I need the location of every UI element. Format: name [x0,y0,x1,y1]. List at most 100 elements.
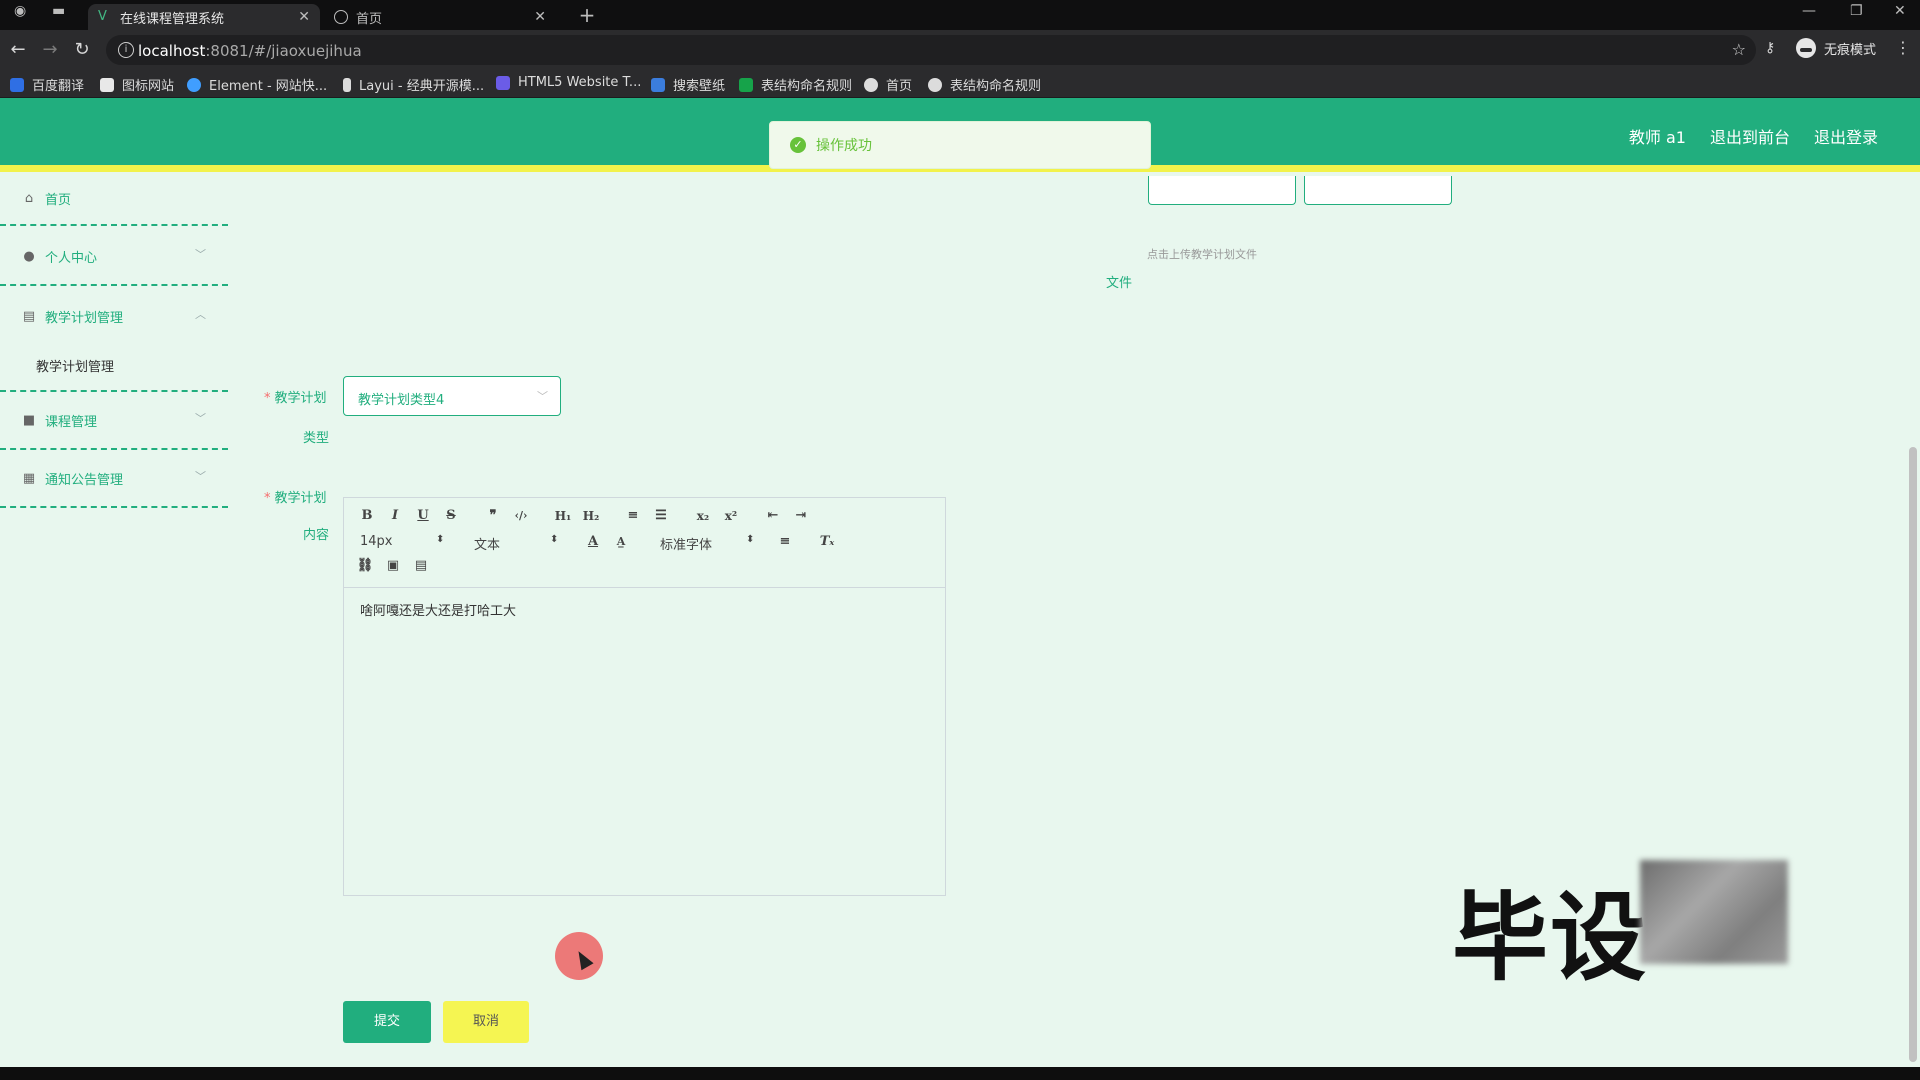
align-icon[interactable]: ≡ [774,532,796,552]
editor-content[interactable]: 啥阿嘎还是大还是打哈工大 [360,600,516,619]
incognito-indicator[interactable]: 无痕模式 [1796,38,1876,58]
sidebar-item-home[interactable]: ⌂ 首页 [0,172,228,226]
background-color-icon[interactable]: A̲ [610,532,632,552]
image-icon[interactable]: ▣ [382,556,404,576]
outdent-icon[interactable]: ⇤ [762,506,784,526]
user-icon: ● [23,249,35,264]
close-icon[interactable]: ✕ [534,9,546,25]
minimize-icon[interactable]: — [1802,3,1816,19]
font-color-icon[interactable]: A [582,532,604,552]
header-links: 教师 a1 退出到前台 退出登录 [1629,124,1878,148]
link-icon[interactable]: ⛓ [354,556,376,576]
tab-course-system[interactable]: V 在线课程管理系统 ✕ [88,4,320,30]
quote-icon[interactable]: ❞ [482,506,504,526]
plan-type-select[interactable]: 教学计划类型4 ﹀ [343,376,561,416]
tab-home[interactable]: 首页 ✕ [324,4,556,30]
upload-input-right[interactable] [1304,176,1452,205]
chevron-down-icon: ﹀ [537,390,548,403]
sidebar-item-profile[interactable]: ● 个人中心 ﹀ [0,228,228,286]
grid-icon: ▦ [22,471,36,486]
superscript-icon[interactable]: x² [720,506,742,526]
clear-format-icon[interactable]: Tₓ [816,532,838,552]
tab-title: 在线课程管理系统 [120,11,225,27]
sidebar-item-notice[interactable]: ▦ 通知公告管理 ﹀ [0,450,228,508]
back-icon[interactable]: ← [6,38,30,62]
url-text: localhost:8081/#/jiaoxuejihua [138,42,362,60]
bookmark-item[interactable]: Layui - 经典开源模... [343,75,484,94]
bookmark-item[interactable]: 表结构命名规则 [928,75,1041,94]
code-icon[interactable]: ‹/› [510,506,532,526]
sidebar-item-label: 首页 [45,193,72,208]
cancel-button[interactable]: 取消 [443,1001,529,1043]
scrollbar[interactable] [1906,172,1920,1067]
bold-icon[interactable]: B [356,506,378,526]
chevron-down-icon: ﹀ [195,412,206,425]
font-size-select[interactable]: 14px ⬍ [360,534,444,549]
element-icon [187,77,201,92]
bookmark-item[interactable]: 图标网站 [100,75,174,94]
scroll-thumb[interactable] [1909,447,1917,1062]
strikethrough-icon[interactable]: S [440,506,462,526]
close-icon[interactable]: ✕ [298,9,310,25]
chevron-up-icon: ︿ [195,308,206,321]
bookmark-item[interactable]: 首页 [864,75,912,94]
video-icon[interactable]: ▤ [410,556,432,576]
browser-menu-icon[interactable]: ⋮ [1895,38,1911,57]
close-window-icon[interactable]: ✕ [1894,3,1906,19]
subscript-icon[interactable]: x₂ [692,506,714,526]
submenu-teaching-plan[interactable]: 教学计划管理 [36,356,114,375]
sheet-icon [739,77,753,92]
sidebar-item-teaching-plan[interactable]: ▤ 教学计划管理 ︿ [0,288,228,346]
user-name: 教师 a1 [1628,128,1686,147]
select-value: 教学计划类型4 [358,393,445,408]
content-label: * 教学计划 [264,491,327,506]
flag-icon [100,77,114,92]
wallpaper-icon [651,77,665,92]
reload-icon[interactable]: ↻ [70,38,94,62]
tab-overview-icon[interactable]: ▬ [52,3,65,19]
watermark-text: 毕设 [1452,882,1648,994]
bookmark-item[interactable]: 表结构命名规则 [739,75,852,94]
video-icon: ■ [22,413,36,428]
globe-icon [864,77,878,92]
bookmark-item[interactable]: Element - 网站快... [187,75,327,94]
incognito-icon [1796,38,1816,58]
submit-button[interactable]: 提交 [343,1001,431,1043]
layui-icon [343,77,351,92]
to-front-link[interactable]: 退出到前台 [1710,124,1790,148]
content-label-line2: 内容 [303,528,330,543]
vue-icon: V [98,9,107,24]
restore-icon[interactable]: ❐ [1850,3,1863,19]
type-label: * 教学计划 [264,391,327,406]
bookmark-star-icon[interactable]: ☆ [1732,40,1746,59]
heading2-icon[interactable]: H₂ [580,506,602,526]
underline-icon[interactable]: U [412,506,434,526]
bookmark-item[interactable]: HTML5 Website T... [496,75,641,90]
screen: ◉ ▬ V 在线课程管理系统 ✕ 首页 ✕ + — ❐ ✕ ← → ↻ i lo… [0,0,1920,1080]
font-family-select[interactable]: 标准字体 ⬍ [660,534,754,553]
text-style-select[interactable]: 文本 ⬍ [474,534,558,553]
upload-input-left[interactable] [1148,176,1296,205]
forward-icon[interactable]: → [38,38,62,62]
logout-link[interactable]: 退出登录 [1814,124,1878,148]
sidebar: ⌂ 首页 ● 个人中心 ﹀ ▤ 教学计划管理 ︿ 教学计划管理 ■ 课程管理 ﹀… [0,172,228,1067]
bookmark-item[interactable]: 搜索壁纸 [651,75,725,94]
rich-text-editor: B I U S ❞ ‹/› H₁ H₂ ≡ ☰ x₂ x² ⇤ ⇥ 14px ⬍ … [343,497,946,896]
info-icon[interactable]: i [118,42,134,58]
globe-icon [928,77,942,92]
chevron-down-icon: ﹀ [195,248,206,261]
bookmark-item[interactable]: 百度翻译 [10,75,84,94]
ordered-list-icon[interactable]: ≡ [622,506,644,526]
italic-icon[interactable]: I [384,506,406,526]
editor-toolbar: B I U S ❞ ‹/› H₁ H₂ ≡ ☰ x₂ x² ⇤ ⇥ 14px ⬍ … [344,498,945,588]
chevron-down-icon: ﹀ [195,470,206,483]
heading1-icon[interactable]: H₁ [552,506,574,526]
sidebar-item-course[interactable]: ■ 课程管理 ﹀ [0,392,228,450]
bullet-list-icon[interactable]: ☰ [650,506,672,526]
indent-icon[interactable]: ⇥ [790,506,812,526]
new-tab-button[interactable]: + [574,4,600,26]
key-icon[interactable]: ⚷ [1765,40,1775,56]
url-field[interactable]: i localhost:8081/#/jiaoxuejihua ☆ [106,35,1756,65]
type-label-line2: 类型 [303,431,330,446]
bottom-bar [0,1067,1920,1080]
